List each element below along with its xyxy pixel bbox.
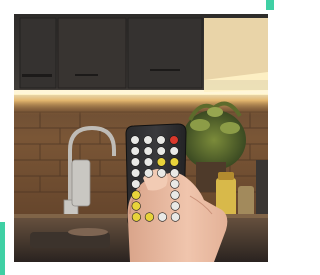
remote-button (169, 157, 179, 167)
remote-button (131, 168, 141, 178)
remote-button (143, 157, 153, 167)
remote-button (131, 190, 141, 200)
remote-button (170, 212, 180, 222)
remote-button (131, 179, 141, 189)
remote-button (144, 212, 154, 222)
kitchen-photo (0, 0, 274, 275)
remote-button (170, 168, 180, 178)
accent-bar-top (266, 0, 274, 10)
remote-button (156, 146, 166, 156)
remote-button (169, 146, 179, 156)
remote-button (143, 135, 153, 145)
accent-bar-left (0, 222, 5, 275)
remote-button (169, 135, 179, 145)
remote-button (143, 146, 153, 156)
remote-button (131, 212, 141, 222)
remote-button (156, 157, 166, 167)
remote-button (131, 201, 141, 211)
remote-button (157, 168, 167, 178)
remote-button (170, 201, 180, 211)
remote-button (156, 135, 166, 145)
remote-button (130, 146, 140, 156)
remote-button (130, 135, 140, 145)
remote-button (170, 179, 180, 189)
remote-button (130, 157, 140, 167)
remote-button (144, 168, 154, 178)
photo-frame (0, 0, 274, 275)
remote-button (170, 190, 180, 200)
remote-button (157, 212, 167, 222)
